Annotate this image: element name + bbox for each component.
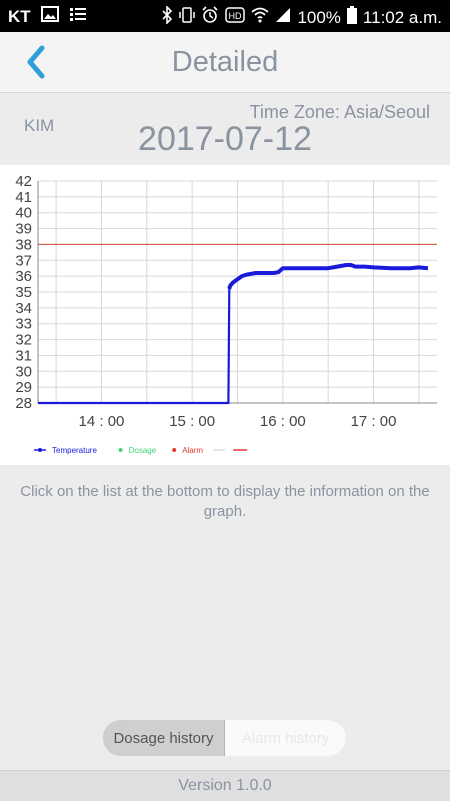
y-tick-label: 41 [15,189,32,206]
version-footer: Version 1.0.0 [0,770,450,801]
battery-label: 100% [297,7,341,27]
y-tick-label: 42 [15,173,32,190]
image-icon [40,6,59,27]
y-tick-label: 32 [15,332,32,349]
bluetooth-icon [161,5,173,29]
y-tick-label: 36 [15,268,32,285]
app-header: Detailed [0,32,450,93]
x-tick-label: 14 : 00 [79,413,125,430]
y-tick-label: 40 [15,205,32,222]
back-button[interactable] [20,42,56,82]
y-tick-label: 37 [15,252,32,269]
x-tick-label: 17 : 00 [351,413,397,430]
legend-label-dosage: Dosage [129,446,157,455]
y-tick-label: 31 [15,347,32,364]
date-label: 2017-07-12 [138,120,312,158]
battery-icon [346,6,357,29]
y-tick-label: 29 [15,379,32,396]
svg-text:HD: HD [229,11,242,21]
alarm-history-button[interactable]: Alarm history [225,720,346,756]
legend-marker-temperature [38,448,42,452]
chart-canvas: 424140393837363534333231302928 14 : 00 15 … [15,173,437,455]
legend-label-alarm: Alarm [182,446,203,455]
carrier-label: KT [8,6,31,26]
chevron-left-icon [27,45,45,79]
x-tick-label: 16 : 00 [260,413,306,430]
clock-label: 11:02 a.m. [362,7,442,27]
page-title: Detailed [171,46,279,78]
y-tick-label: 28 [15,395,32,412]
hint-text: Click on the list at the bottom to displ… [20,483,430,520]
legend-label-temperature: Temperature [52,446,97,455]
y-tick-label: 35 [15,284,32,301]
alarm-icon [201,6,219,29]
signal-icon [275,7,291,28]
y-tick-label: 30 [15,363,32,380]
x-tick-label: 15 : 00 [169,413,215,430]
y-tick-label: 33 [15,316,32,333]
y-tick-label: 38 [15,236,32,253]
list-icon [69,6,87,27]
y-tick-label: 34 [15,300,32,317]
dosage-history-button[interactable]: Dosage history [103,720,225,756]
history-toggle[interactable]: Dosage history Alarm history [103,720,346,756]
vibrate-icon [179,6,196,29]
status-bar: KT HD 100% 11:02 a.m. [0,0,450,32]
temperature-chart[interactable]: 42 41 40 39 38 37 36 35 34 33 32 31 30 29 28 14 : 00 15 … [0,165,450,465]
y-tick-label: 39 [15,221,32,238]
wifi-icon [251,7,270,28]
legend-marker-dosage [118,448,123,452]
hd-icon: HD [225,7,246,28]
legend-marker-alarm [172,448,177,452]
